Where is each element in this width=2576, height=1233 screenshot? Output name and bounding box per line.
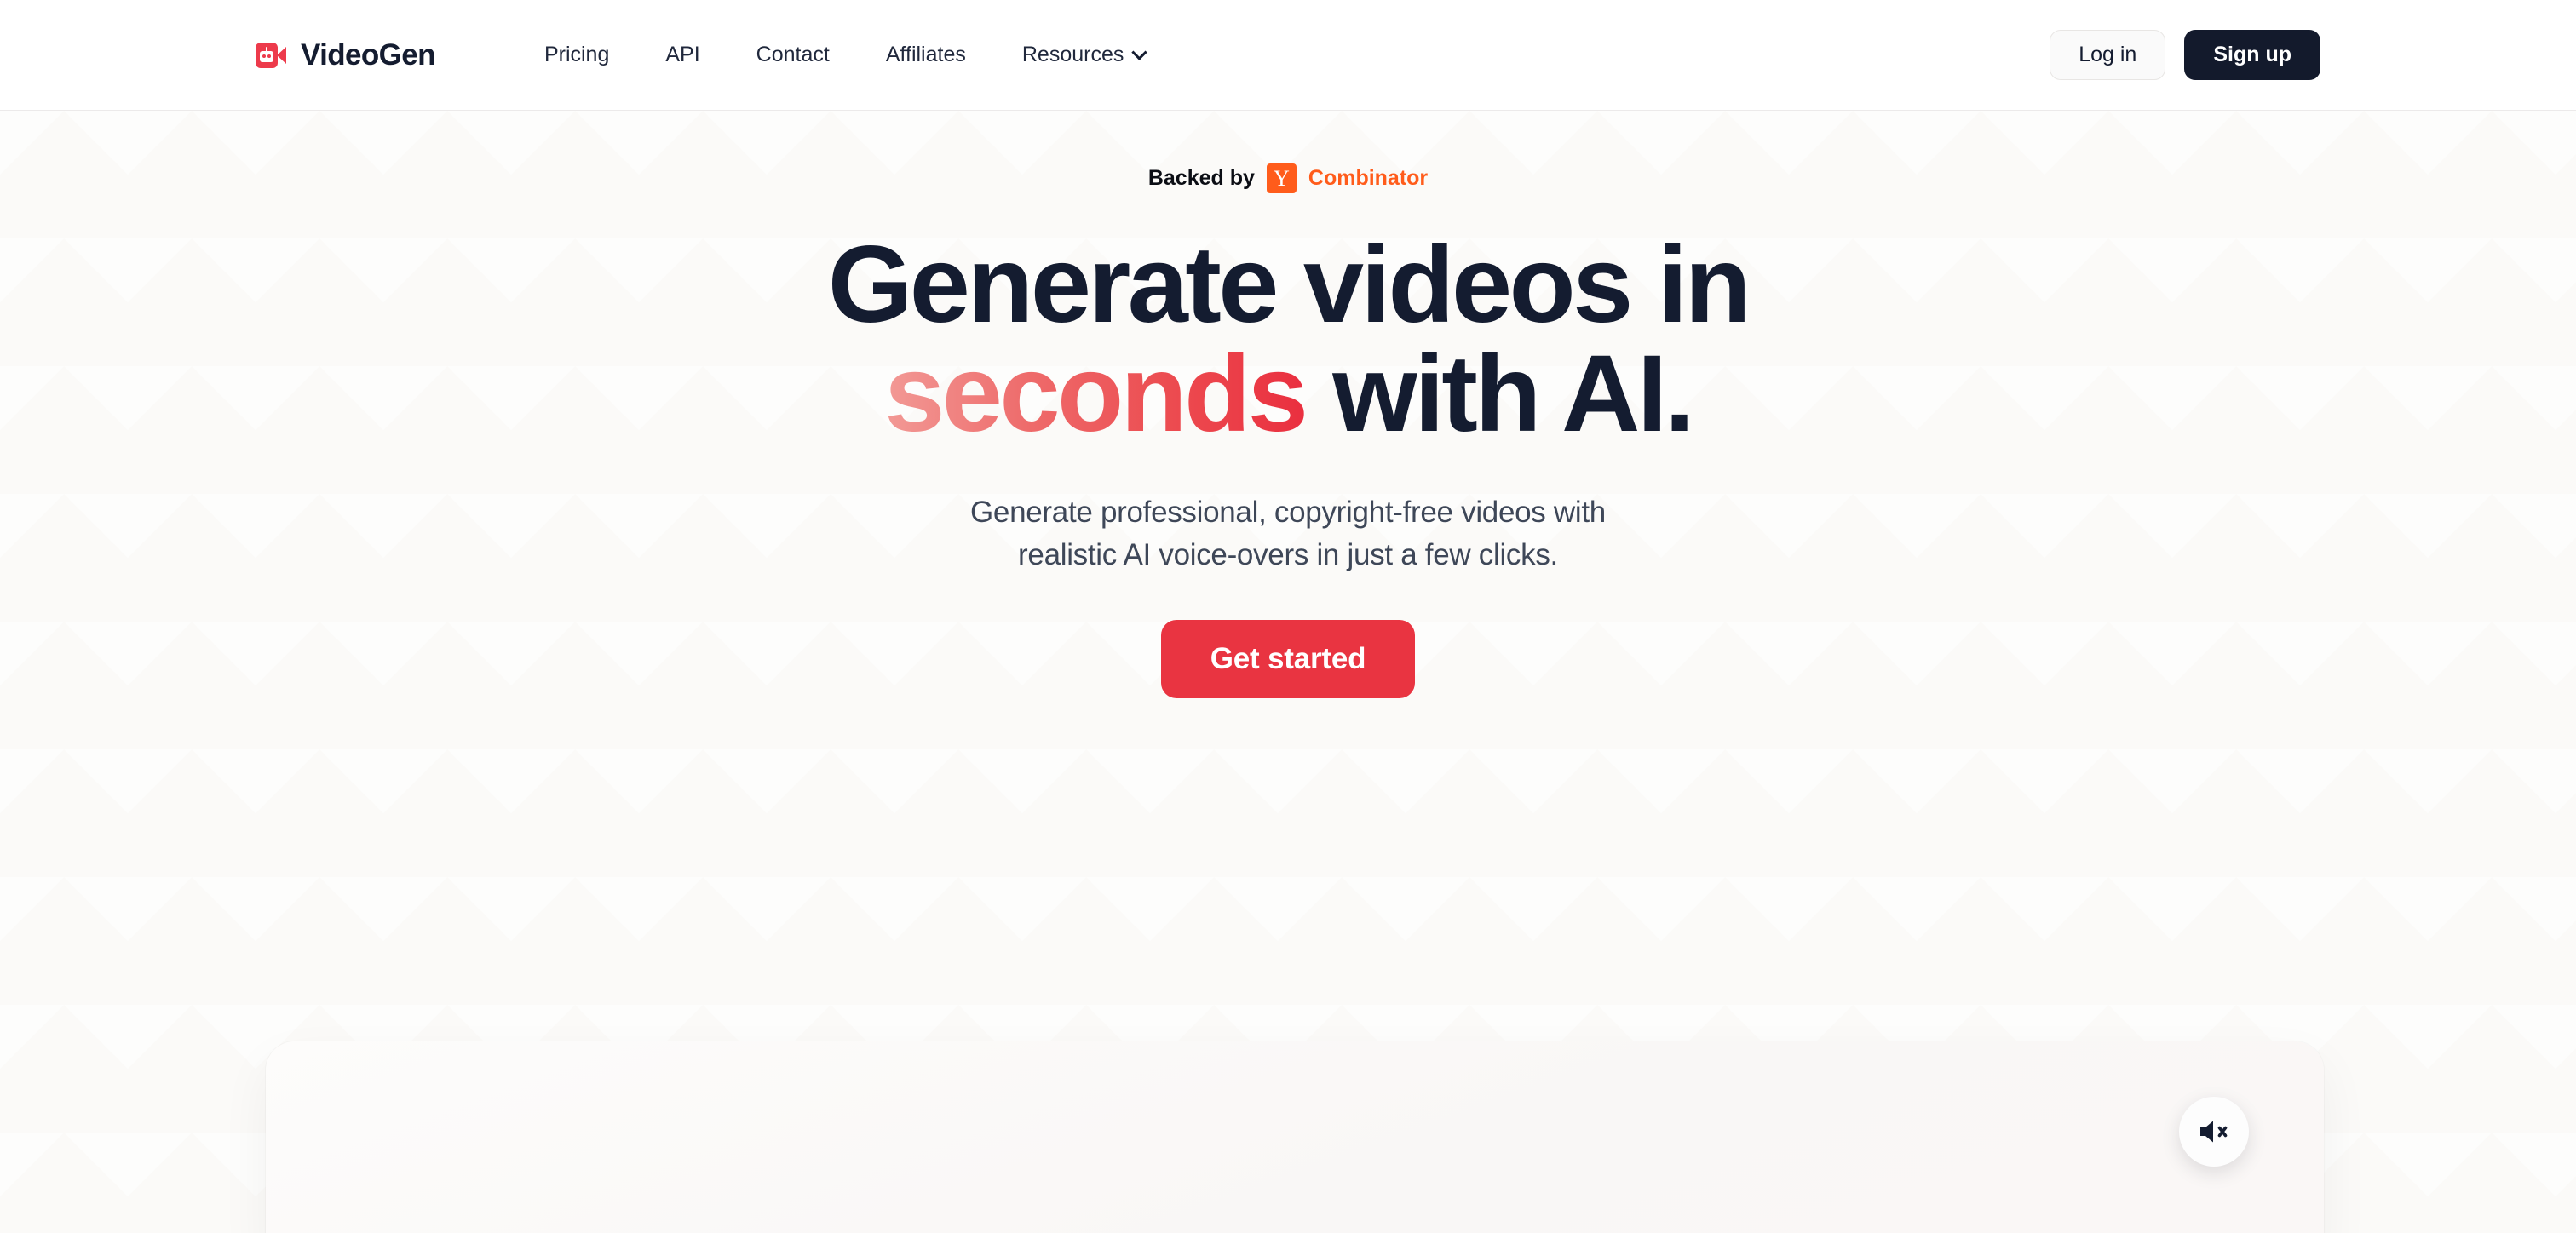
- subtitle-line-1: Generate professional, copyright-free vi…: [970, 496, 1606, 529]
- login-button[interactable]: Log in: [2050, 30, 2166, 80]
- page-title: Generate videos in seconds with AI.: [0, 231, 2576, 449]
- nav-item-pricing[interactable]: Pricing: [516, 34, 637, 76]
- nav-item-label: Resources: [1021, 43, 1124, 66]
- headline-line-2: seconds with AI.: [0, 340, 2576, 449]
- nav-item-label: Affiliates: [885, 43, 966, 66]
- auth-actions: Log in Sign up: [2050, 30, 2320, 80]
- primary-nav: Pricing API Contact Affiliates Resources: [516, 34, 1173, 76]
- nav-item-api[interactable]: API: [637, 34, 727, 76]
- y-combinator-label: Combinator: [1308, 166, 1429, 190]
- hero-subtitle: Generate professional, copyright-free vi…: [0, 491, 2576, 576]
- backed-by-badge[interactable]: Backed by Y Combinator: [1148, 163, 1428, 193]
- headline-highlight-word: seconds: [884, 333, 1308, 455]
- site-header: VideoGen Pricing API Contact Affiliates …: [0, 0, 2576, 111]
- headline-line-2-rest: with AI.: [1305, 333, 1694, 455]
- video-camera-robot-icon: [256, 42, 286, 68]
- nav-item-resources[interactable]: Resources: [994, 34, 1174, 76]
- nav-item-label: API: [665, 43, 700, 66]
- landing-page: VideoGen Pricing API Contact Affiliates …: [0, 0, 2576, 1233]
- cta-container: Get started: [0, 620, 2576, 699]
- subtitle-line-2: realistic AI voice-overs in just a few c…: [1018, 537, 1558, 571]
- nav-item-affiliates[interactable]: Affiliates: [858, 34, 994, 76]
- mute-toggle-button[interactable]: [2179, 1097, 2249, 1167]
- signup-button[interactable]: Sign up: [2184, 30, 2320, 80]
- hero-section: Backed by Y Combinator Generate videos i…: [0, 111, 2576, 699]
- chevron-down-icon: [1131, 44, 1148, 60]
- backed-by-label: Backed by: [1147, 166, 1255, 190]
- nav-item-contact[interactable]: Contact: [728, 34, 858, 76]
- hero-video-panel[interactable]: [266, 1041, 2324, 1233]
- y-combinator-icon: Y: [1266, 163, 1297, 193]
- nav-item-label: Pricing: [543, 43, 610, 66]
- speaker-muted-icon: [2200, 1121, 2228, 1143]
- get-started-button[interactable]: Get started: [1160, 620, 1416, 699]
- headline-line-1: Generate videos in: [827, 224, 1751, 346]
- brand-logo[interactable]: VideoGen: [256, 37, 436, 72]
- brand-name: VideoGen: [301, 37, 436, 72]
- nav-item-label: Contact: [756, 43, 830, 66]
